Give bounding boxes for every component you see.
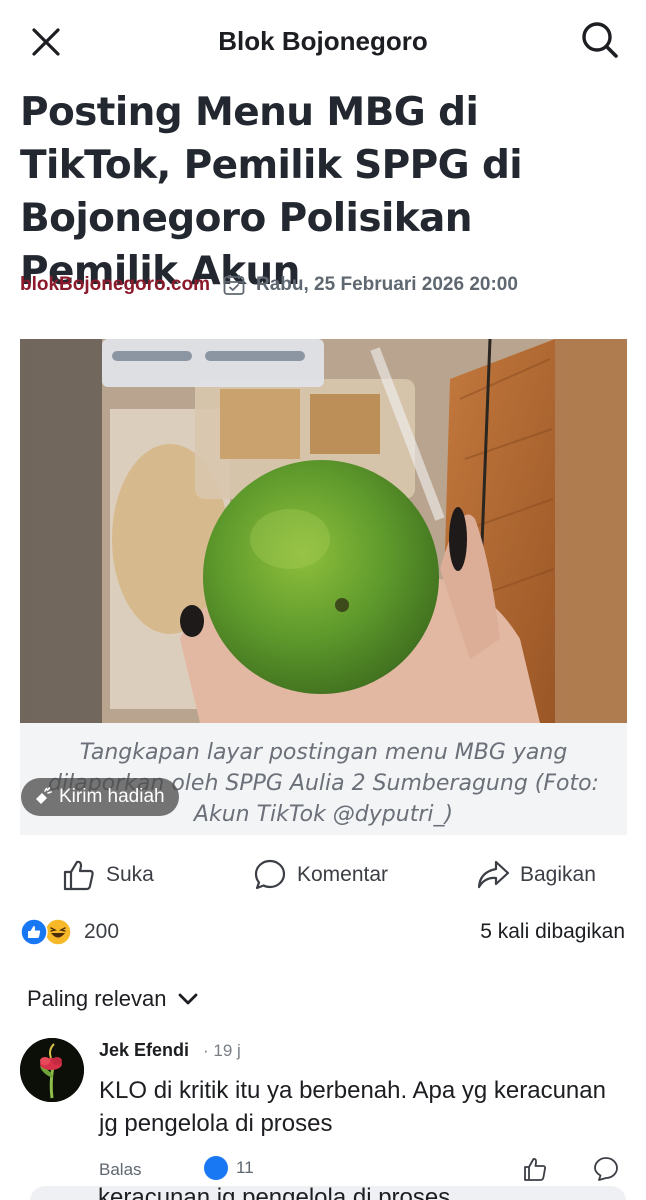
article-headline: Posting Menu MBG di TikTok, Pemilik SPPG… <box>20 90 523 294</box>
page-title: Blok Bojonegoro <box>218 25 428 56</box>
calendar-icon <box>223 275 245 295</box>
search-icon[interactable] <box>580 20 620 60</box>
comment-sort-dropdown[interactable]: Paling relevan <box>27 982 200 1016</box>
like-button[interactable]: Suka <box>62 850 154 900</box>
chevron-down-icon <box>179 993 198 1005</box>
article-meta: blokBojonegoro.com Rabu, 25 Februari 202… <box>20 270 518 300</box>
comment-text: KLO di kritik itu ya berbenah. Apa yg ke… <box>99 1077 606 1137</box>
like-reaction-icon <box>204 1156 228 1180</box>
share-label: Bagikan <box>520 863 596 886</box>
composer-ghost-text: keracunan jg pengelola di proses <box>98 1186 451 1200</box>
comment-bubble-icon <box>254 859 286 890</box>
reaction-count: 200 <box>84 920 120 943</box>
close-icon[interactable] <box>28 24 64 60</box>
comment-label: Komentar <box>297 863 389 886</box>
like-reaction-icon <box>20 918 48 946</box>
comment-like-count[interactable]: 11 <box>204 1156 254 1180</box>
gift-icon <box>36 787 52 804</box>
share-arrow-icon <box>477 860 510 889</box>
comment-button[interactable]: Komentar <box>253 850 388 900</box>
article-photo[interactable] <box>20 339 627 723</box>
comment-author[interactable]: Jek Efendi <box>99 1040 189 1061</box>
reply-button[interactable]: Balas <box>99 1160 142 1180</box>
reply-bubble-icon[interactable] <box>593 1156 619 1182</box>
comment-like-count-value: 11 <box>236 1158 254 1177</box>
avatar[interactable] <box>20 1038 84 1102</box>
comment-footer: Balas 11 <box>0 1156 646 1182</box>
comment-time: · 19 j <box>203 1041 241 1060</box>
comment-sort-label: Paling relevan <box>27 986 167 1011</box>
article-source-link[interactable]: blokBojonegoro.com <box>20 274 210 296</box>
article-date: Rabu, 25 Februari 2026 20:00 <box>256 274 518 295</box>
share-count[interactable]: 5 kali dibagikan <box>480 914 625 950</box>
thumbs-up-icon <box>63 860 94 891</box>
reaction-summary[interactable]: 200 <box>20 914 119 950</box>
haha-reaction-icon <box>44 918 72 946</box>
send-gift-label: Kirim hadiah <box>59 786 165 807</box>
thumbs-up-icon[interactable] <box>522 1156 548 1182</box>
send-gift-button[interactable]: Kirim hadiah <box>21 778 179 816</box>
comment-composer[interactable]: keracunan jg pengelola di proses <box>30 1186 626 1200</box>
share-button[interactable]: Bagikan <box>476 850 596 900</box>
top-bar: Blok Bojonegoro <box>0 0 646 82</box>
post-actions: Suka Komentar Bagikan <box>0 850 646 900</box>
like-label: Suka <box>106 863 154 886</box>
